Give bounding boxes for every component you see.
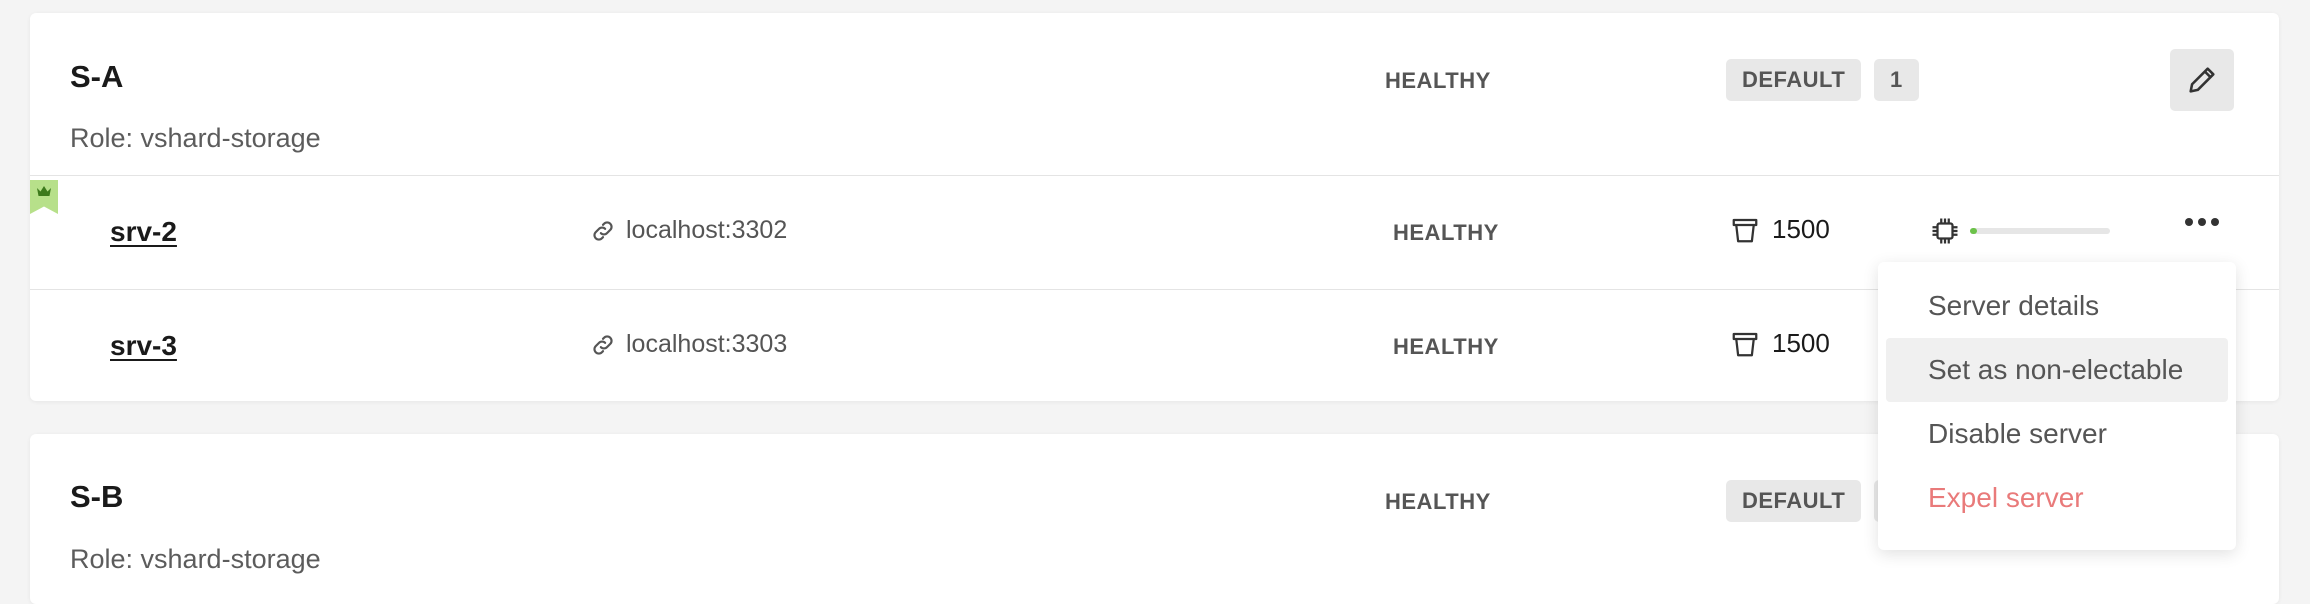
bucket-icon <box>1732 218 1758 242</box>
dot <box>2185 218 2193 226</box>
server-buckets: 1500 <box>1730 214 1830 245</box>
server-status: HEALTHY <box>1393 334 1499 359</box>
server-actions-menu: Server details Set as non-electable Disa… <box>1878 262 2236 550</box>
replicaset-role: Role: vshard-storage <box>70 544 321 574</box>
server-uri-text: localhost:3303 <box>626 330 788 358</box>
leader-flag <box>30 180 58 214</box>
server-uri: localhost:3302 <box>590 216 787 245</box>
menu-item-server-details[interactable]: Server details <box>1886 274 2228 338</box>
edit-replicaset-button[interactable] <box>2170 49 2234 111</box>
pencil-icon <box>2189 67 2215 93</box>
weight-badge: 1 <box>1874 59 1919 101</box>
server-uri: localhost:3303 <box>590 330 787 359</box>
replicaset-name: S-A <box>70 59 124 94</box>
crown-icon <box>37 186 51 196</box>
server-name-link[interactable]: srv-2 <box>110 216 177 248</box>
replicaset-name: S-B <box>70 479 124 514</box>
dot <box>2211 218 2219 226</box>
memory-usage <box>1930 216 2110 246</box>
replicaset-status: HEALTHY <box>1385 68 1491 93</box>
link-icon <box>593 220 613 241</box>
buckets-count: 1500 <box>1772 328 1830 358</box>
server-buckets: 1500 <box>1730 328 1830 359</box>
bucket-icon <box>1732 332 1758 356</box>
server-uri-text: localhost:3302 <box>626 216 788 244</box>
replicaset-role: Role: vshard-storage <box>70 123 321 153</box>
link-icon <box>593 334 613 355</box>
replicaset-status: HEALTHY <box>1385 489 1491 514</box>
menu-item-disable-server[interactable]: Disable server <box>1886 402 2228 466</box>
menu-item-set-non-electable[interactable]: Set as non-electable <box>1886 338 2228 402</box>
server-status: HEALTHY <box>1393 220 1499 245</box>
chip-icon <box>1932 218 1958 244</box>
dot <box>2198 218 2206 226</box>
memory-bar-fill <box>1970 228 1977 234</box>
vshard-group-badge: DEFAULT <box>1726 480 1862 522</box>
server-name-link[interactable]: srv-3 <box>110 330 177 362</box>
more-dots-icon[interactable] <box>2185 218 2219 226</box>
vshard-group-badge: DEFAULT <box>1726 59 1862 101</box>
buckets-count: 1500 <box>1772 214 1830 244</box>
memory-bar <box>1970 228 2110 234</box>
menu-item-expel-server[interactable]: Expel server <box>1886 466 2228 530</box>
